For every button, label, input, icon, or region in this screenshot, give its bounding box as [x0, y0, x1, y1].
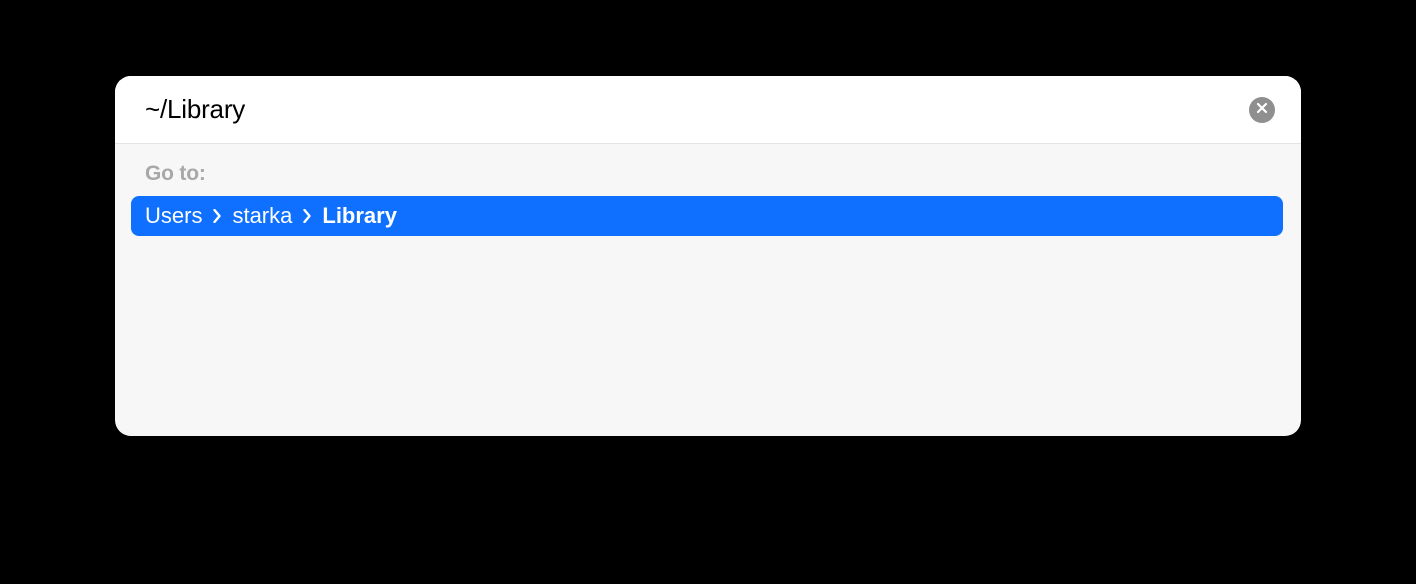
path-segment: Library: [322, 203, 397, 229]
chevron-right-icon: [212, 207, 222, 225]
goto-label: Go to:: [145, 162, 1283, 186]
path-input[interactable]: [145, 94, 1249, 125]
path-input-row: [115, 76, 1301, 144]
dialog-body: Go to: Users starka Library: [115, 144, 1301, 236]
chevron-right-icon: [302, 207, 312, 225]
path-segment: Users: [145, 203, 202, 229]
path-segment: starka: [232, 203, 292, 229]
close-icon: [1256, 101, 1268, 119]
path-result-row[interactable]: Users starka Library: [131, 196, 1283, 236]
go-to-folder-dialog: Go to: Users starka Library: [115, 76, 1301, 436]
clear-input-button[interactable]: [1249, 97, 1275, 123]
